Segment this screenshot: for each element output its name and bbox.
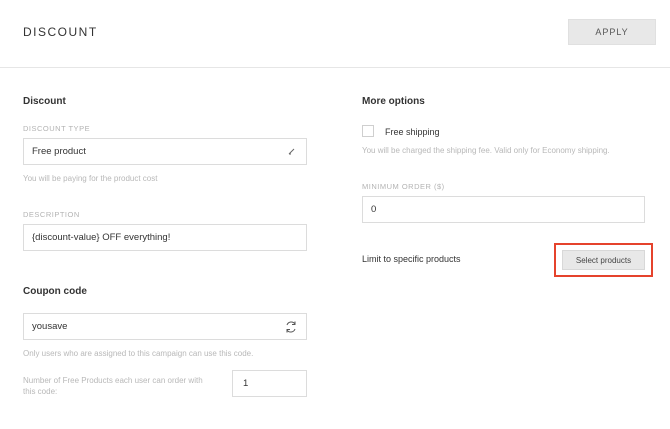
discount-page: DISCOUNT APPLY Discount DISCOUNT TYPE Fr…	[0, 0, 670, 429]
page-header: DISCOUNT APPLY	[0, 0, 670, 68]
discount-type-select[interactable]: Free product	[23, 138, 307, 165]
free-shipping-label[interactable]: Free shipping	[385, 127, 440, 137]
coupon-code-heading: Coupon code	[23, 286, 87, 297]
coupon-code-hint: Only users who are assigned to this camp…	[23, 349, 254, 358]
description-value: {discount-value} OFF everything!	[32, 232, 171, 243]
page-title: DISCOUNT	[23, 25, 98, 39]
free-shipping-checkbox[interactable]	[362, 125, 374, 137]
discount-type-label: DISCOUNT TYPE	[23, 124, 91, 133]
per-user-limit-label-line2: this code:	[23, 387, 58, 396]
discount-type-value: Free product	[32, 146, 86, 157]
per-user-limit-label: Number of Free Products each user can or…	[23, 375, 203, 397]
more-options-heading: More options	[362, 96, 425, 107]
coupon-code-value: yousave	[32, 321, 68, 332]
minimum-order-input[interactable]: 0	[362, 196, 645, 223]
refresh-icon[interactable]	[284, 320, 298, 334]
per-user-limit-label-line1: Number of Free Products each user can or…	[23, 376, 203, 385]
description-input[interactable]: {discount-value} OFF everything!	[23, 224, 307, 251]
chevron-down-icon	[288, 148, 296, 156]
minimum-order-value: 0	[371, 204, 377, 215]
discount-heading: Discount	[23, 96, 66, 107]
free-shipping-hint: You will be charged the shipping fee. Va…	[362, 146, 610, 155]
minimum-order-label: MINIMUM ORDER ($)	[362, 182, 445, 191]
discount-type-hint: You will be paying for the product cost	[23, 174, 158, 183]
description-label: DESCRIPTION	[23, 210, 80, 219]
limit-products-label: Limit to specific products	[362, 254, 461, 264]
apply-button[interactable]: APPLY	[568, 19, 656, 45]
select-products-button[interactable]: Select products	[562, 250, 645, 270]
coupon-code-input[interactable]: yousave	[23, 313, 307, 340]
per-user-limit-input[interactable]: 1	[232, 370, 307, 397]
